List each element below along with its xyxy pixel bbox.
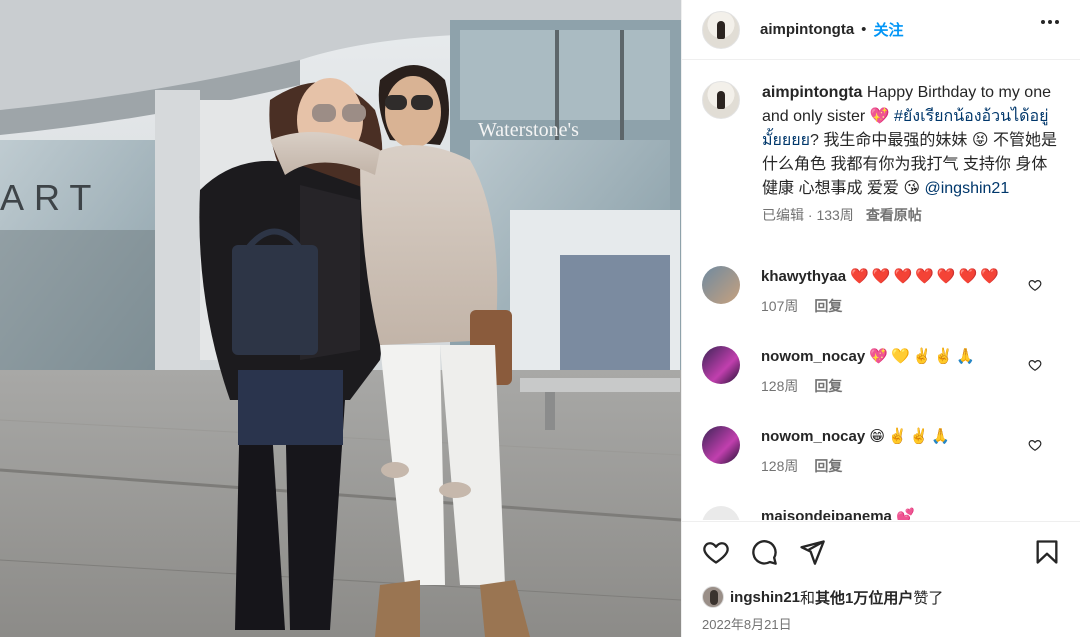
reply-button[interactable]: 回复 [814, 456, 842, 476]
author-avatar[interactable] [702, 10, 740, 49]
caption-meta: 已编辑 · 133周 查看原帖 [762, 205, 1062, 225]
action-bar [682, 521, 1080, 584]
post-photo[interactable]: ART Waterstone's [0, 0, 681, 637]
likes-and: 和 [800, 589, 816, 607]
edited-label: 已编辑 [762, 207, 804, 223]
comment-username[interactable]: maisondeipanema [761, 508, 892, 520]
comment-like-heart-icon[interactable] [1028, 278, 1042, 292]
reply-button[interactable]: 回复 [814, 296, 842, 316]
likes-suffix: 赞了 [913, 589, 944, 607]
comment-username[interactable]: nowom_nocay [761, 348, 865, 365]
comment-icon[interactable] [750, 538, 778, 566]
comment-item: nowom_nocay 😁✌️✌️🙏 128周 回复 [702, 426, 1062, 476]
liker-avatar[interactable] [702, 586, 724, 608]
liker-username[interactable]: ingshin21 [730, 589, 800, 606]
commenter-avatar[interactable] [702, 346, 740, 384]
caption-avatar[interactable] [702, 81, 740, 119]
reply-button[interactable]: 回复 [814, 376, 842, 396]
see-original-link[interactable]: 查看原帖 [866, 205, 922, 225]
post-header: aimpintongta • 关注 [682, 0, 1080, 60]
comment-like-heart-icon[interactable] [1028, 438, 1042, 452]
follow-button[interactable]: 关注 [873, 19, 903, 40]
caption-mention[interactable]: @ingshin21 [920, 180, 1009, 197]
comment-like-heart-icon[interactable] [1028, 358, 1042, 372]
caption-emoji-1: 💖 [869, 108, 890, 125]
caption-body: aimpintongta Happy Birthday to my one an… [762, 81, 1062, 225]
post-date: 2022年8月21日 [702, 617, 792, 632]
caption-text-2: ? 我生命中最强的妹妹 [810, 132, 972, 149]
send-icon[interactable] [798, 538, 826, 566]
caption-emoji-3: 😘 [903, 180, 921, 197]
comment-body: nowom_nocay 💖💛✌️✌️🙏 128周 回复 [761, 346, 978, 396]
comment-body: nowom_nocay 😁✌️✌️🙏 128周 回复 [761, 426, 953, 476]
comment-item: maisondeipanema 💕 [702, 506, 1062, 520]
caption-emoji-2: 😝 [971, 132, 989, 149]
comment-item: nowom_nocay 💖💛✌️✌️🙏 128周 回复 [702, 346, 1062, 396]
caption-age: 133周 [816, 207, 854, 223]
comment-age: 128周 [761, 458, 799, 474]
comment-text: 💕 [896, 508, 918, 520]
caption: aimpintongta Happy Birthday to my one an… [702, 81, 1072, 225]
commenter-avatar[interactable] [702, 266, 740, 304]
author-username[interactable]: aimpintongta [760, 21, 854, 38]
comment-username[interactable]: khawythyaa [761, 268, 846, 285]
store-partial-sign: ART [0, 177, 101, 218]
comment-item: khawythyaa ❤️❤️❤️❤️❤️❤️❤️ 107周 回复 [702, 266, 1062, 316]
store-sign: Waterstone's [478, 119, 579, 141]
likes-others-link[interactable]: 其他1万位用户 [815, 587, 913, 608]
comment-age: 107周 [761, 298, 799, 314]
comment-text: 😁✌️✌️🙏 [869, 428, 954, 445]
instagram-post-viewer: ART Waterstone's aimpintongta • 关注 aimpi… [0, 0, 1080, 637]
meta-dot: · [807, 207, 813, 223]
bookmark-icon[interactable] [1033, 538, 1061, 566]
comment-body: khawythyaa ❤️❤️❤️❤️❤️❤️❤️ 107周 回复 [761, 266, 1002, 316]
more-horizontal-icon[interactable] [1041, 20, 1059, 24]
photo-illustration: ART Waterstone's [0, 0, 681, 637]
comment-text: 💖💛✌️✌️🙏 [869, 348, 978, 365]
comment-username[interactable]: nowom_nocay [761, 428, 865, 445]
comment-body: maisondeipanema 💕 [761, 506, 918, 520]
caption-username[interactable]: aimpintongta [762, 84, 862, 101]
commenter-avatar[interactable] [702, 426, 740, 464]
comment-text: ❤️❤️❤️❤️❤️❤️❤️ [850, 268, 1002, 285]
heart-icon[interactable] [702, 538, 730, 566]
separator-dot: • [861, 21, 867, 38]
likes-summary: ingshin21 和其他1万位用户 赞了 [702, 586, 943, 608]
post-sidebar: aimpintongta • 关注 aimpintongta Happy Bir… [681, 0, 1080, 637]
commenter-avatar[interactable] [702, 506, 740, 520]
comment-age: 128周 [761, 378, 799, 394]
comments-scroll-area[interactable]: aimpintongta Happy Birthday to my one an… [682, 61, 1080, 520]
